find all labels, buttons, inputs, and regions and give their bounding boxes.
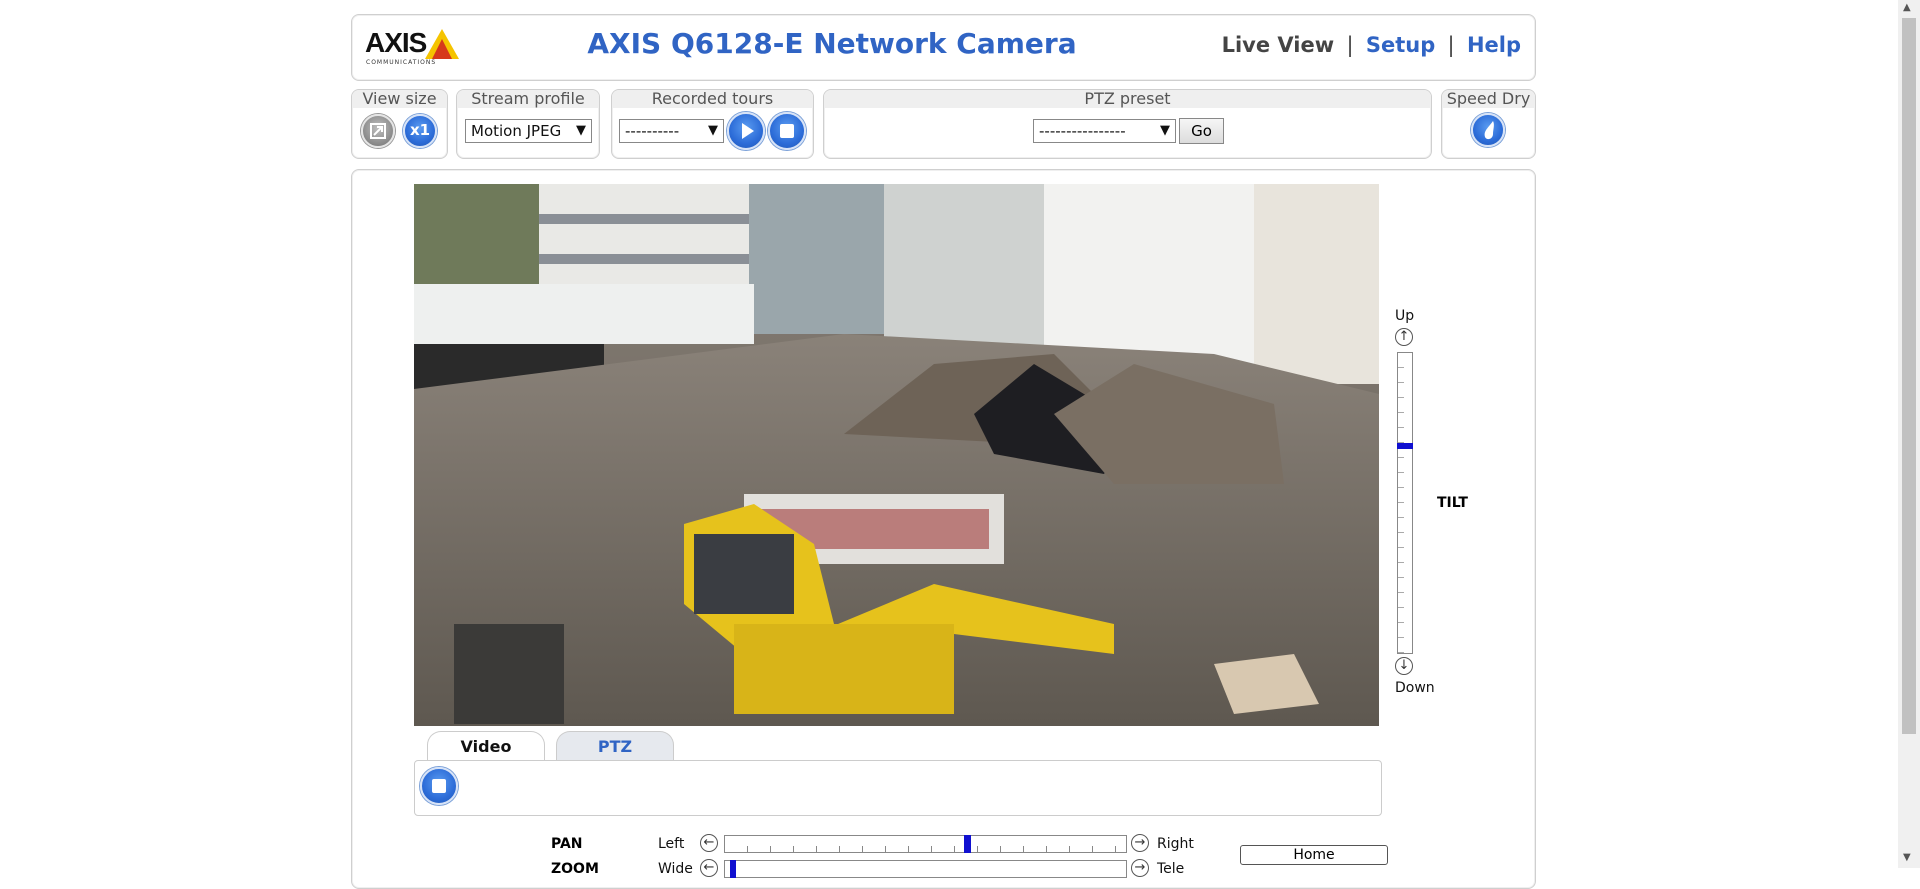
tab-ptz[interactable]: PTZ	[556, 731, 674, 761]
view-size-x1-label: x1	[409, 121, 431, 139]
axis-logo-triangle-icon	[425, 29, 459, 59]
scroll-down-arrow-icon[interactable]: ▼	[1903, 852, 1911, 863]
stop-icon	[432, 779, 446, 793]
tilt-down-button[interactable]: ↓	[1395, 657, 1413, 675]
pan-slider-thumb[interactable]	[964, 835, 971, 853]
nav-live-view[interactable]: Live View	[1222, 33, 1335, 57]
nav-help[interactable]: Help	[1467, 33, 1521, 57]
pan-left-label: Left	[658, 836, 685, 852]
pan-label: PAN	[551, 836, 583, 852]
play-icon	[742, 123, 754, 139]
ptz-preset-select[interactable]: ---------------- ▼	[1033, 119, 1176, 143]
zoom-label: ZOOM	[551, 861, 599, 877]
view-size-title: View size	[352, 90, 447, 108]
ptz-preset-value: ----------------	[1039, 122, 1126, 140]
tilt-slider-ticks	[1398, 353, 1404, 653]
ptz-preset-title: PTZ preset	[824, 90, 1431, 108]
header-panel: AXIS COMMUNICATIONS AXIS Q6128-E Network…	[351, 14, 1536, 81]
camera-title: AXIS Q6128-E Network Camera	[587, 27, 1077, 60]
tilt-slider[interactable]	[1397, 352, 1413, 654]
recorded-tours-panel: Recorded tours ---------- ▼	[611, 89, 814, 159]
stream-profile-value: Motion JPEG	[471, 122, 562, 140]
tilt-label: TILT	[1437, 495, 1468, 511]
chevron-down-icon: ▼	[708, 123, 718, 138]
axis-logo: AXIS COMMUNICATIONS	[365, 27, 465, 69]
view-size-panel: View size x1	[351, 89, 448, 159]
tilt-slider-thumb[interactable]	[1397, 443, 1413, 449]
recorded-tours-select[interactable]: ---------- ▼	[619, 119, 724, 143]
stream-profile-title: Stream profile	[457, 90, 599, 108]
zoom-tele-button[interactable]: →	[1131, 859, 1149, 877]
recorded-tours-title: Recorded tours	[612, 90, 813, 108]
tab-video-label: Video	[460, 737, 512, 756]
tab-ptz-label: PTZ	[597, 737, 633, 756]
nav-separator: |	[1346, 33, 1354, 57]
arrow-left-icon: ←	[703, 835, 715, 850]
home-button[interactable]: Home	[1240, 845, 1388, 865]
stream-profile-panel: Stream profile Motion JPEG ▼	[456, 89, 600, 159]
nav-setup[interactable]: Setup	[1366, 33, 1435, 57]
speed-dry-button[interactable]	[1471, 113, 1505, 147]
speed-dry-title: Speed Dry	[1442, 90, 1535, 108]
stop-icon	[780, 124, 794, 138]
scrollbar-thumb[interactable]	[1902, 18, 1916, 734]
play-tour-button[interactable]	[727, 112, 765, 150]
stop-tour-button[interactable]	[768, 112, 806, 150]
view-size-x1-button[interactable]: x1	[403, 114, 437, 148]
pan-right-label: Right	[1157, 836, 1194, 852]
tilt-up-label: Up	[1395, 308, 1415, 324]
tilt-down-label: Down	[1395, 680, 1435, 696]
pan-left-button[interactable]: ←	[700, 834, 718, 852]
arrow-down-icon: ↓	[1398, 658, 1410, 673]
arrow-right-icon: →	[1134, 835, 1146, 850]
zoom-slider-thumb[interactable]	[730, 860, 736, 878]
ptz-preset-panel: PTZ preset ---------------- ▼ Go	[823, 89, 1432, 159]
water-drop-icon	[1484, 121, 1494, 140]
fullscreen-button[interactable]	[361, 114, 395, 148]
zoom-wide-button[interactable]: ←	[700, 859, 718, 877]
stream-profile-select[interactable]: Motion JPEG ▼	[465, 119, 592, 143]
fullscreen-icon	[370, 123, 386, 139]
nav-separator: |	[1447, 33, 1455, 57]
tilt-up-button[interactable]: ↑	[1395, 328, 1413, 346]
tab-video[interactable]: Video	[427, 731, 545, 761]
construction-site-image	[414, 184, 1379, 726]
zoom-tele-label: Tele	[1157, 861, 1185, 877]
top-nav: Live View | Setup | Help	[1222, 33, 1521, 57]
pan-slider[interactable]	[724, 835, 1127, 853]
zoom-slider[interactable]	[724, 860, 1127, 878]
chevron-down-icon: ▼	[1160, 123, 1170, 138]
pan-slider-ticks	[725, 846, 1126, 852]
pan-right-button[interactable]: →	[1131, 834, 1149, 852]
arrow-up-icon: ↑	[1398, 329, 1410, 344]
recorded-tours-value: ----------	[625, 122, 680, 140]
page-scrollbar[interactable]: ▲ ▼	[1898, 0, 1920, 868]
chevron-down-icon: ▼	[576, 123, 586, 138]
scroll-up-arrow-icon[interactable]: ▲	[1903, 2, 1911, 13]
video-tab-panel	[414, 760, 1382, 816]
ptz-preset-go-button[interactable]: Go	[1179, 118, 1224, 144]
stop-video-button[interactable]	[420, 767, 458, 805]
speed-dry-panel: Speed Dry	[1441, 89, 1536, 159]
camera-video-feed[interactable]	[414, 184, 1379, 726]
zoom-wide-label: Wide	[658, 861, 693, 877]
